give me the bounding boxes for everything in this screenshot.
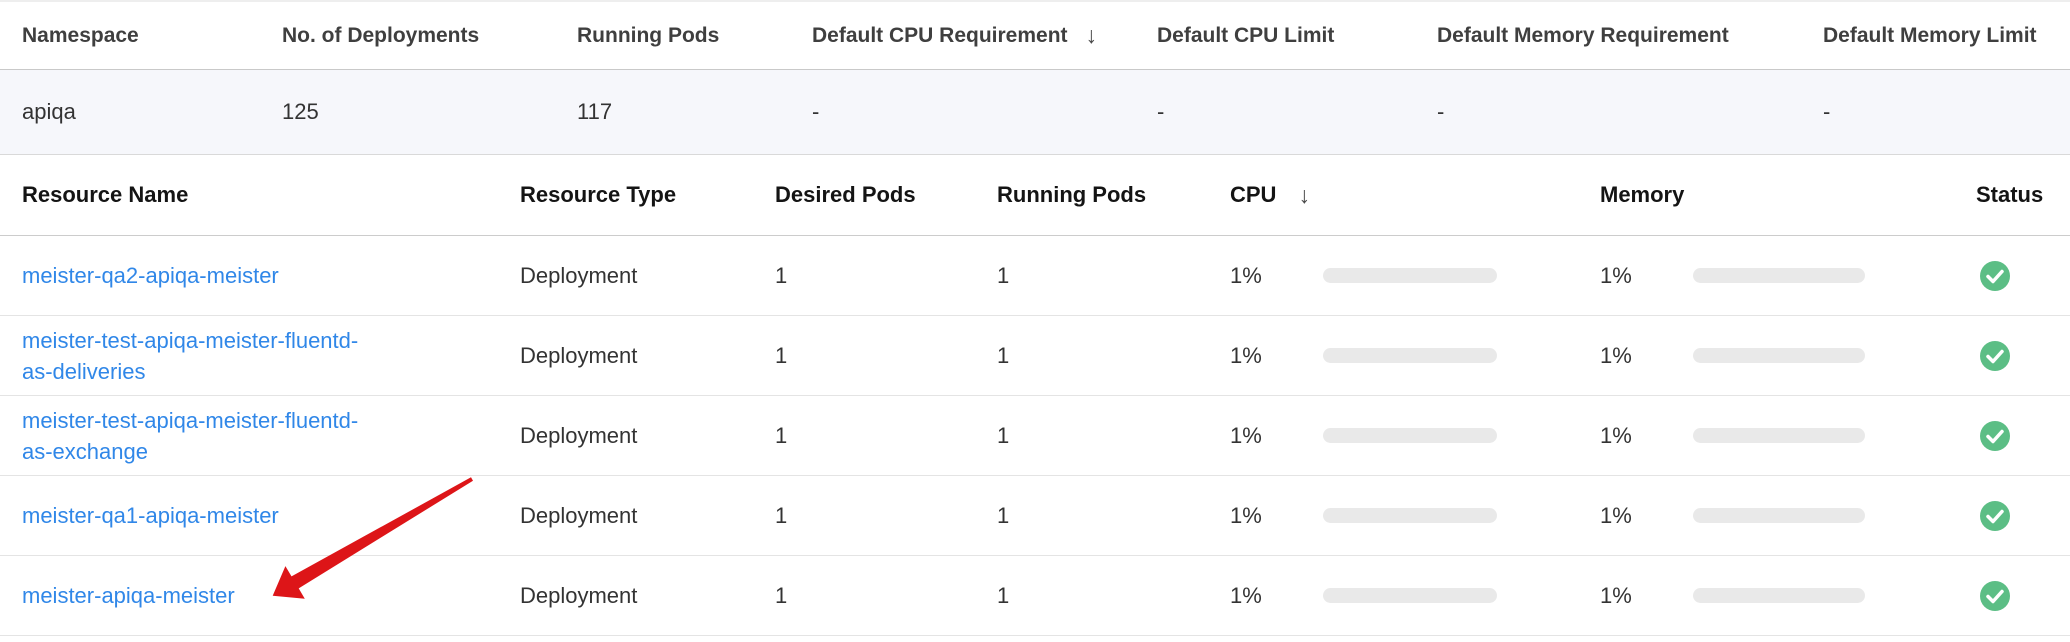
default-cpu-limit-value: -	[1157, 99, 1437, 125]
cpu-progress-bar	[1323, 428, 1497, 443]
status-cell	[1976, 261, 2070, 291]
memory-percentage: 1%	[1600, 423, 1693, 449]
memory-percentage: 1%	[1600, 343, 1693, 369]
default-memory-limit-value: -	[1823, 99, 2070, 125]
namespace-name: apiqa	[22, 99, 282, 125]
column-header-cpu-requirement[interactable]: Default CPU Requirement ↓	[812, 22, 1157, 49]
memory-progress-bar	[1693, 588, 1865, 603]
deployments-count: 125	[282, 99, 577, 125]
cpu-progress-bar	[1323, 588, 1497, 603]
memory-cell: 1%	[1600, 263, 1976, 289]
column-header-resource-name[interactable]: Resource Name	[22, 182, 520, 208]
table-row: meister-qa1-apiqa-meister Deployment 1 1…	[0, 476, 2070, 556]
memory-percentage: 1%	[1600, 263, 1693, 289]
status-healthy-icon	[1980, 341, 2010, 371]
column-header-cpu[interactable]: CPU ↓	[1230, 182, 1600, 209]
sort-descending-icon: ↓	[1086, 22, 1098, 49]
resource-type: Deployment	[520, 423, 775, 449]
column-header-running-pods[interactable]: Running Pods	[577, 24, 812, 48]
status-healthy-icon	[1980, 501, 2010, 531]
resource-link[interactable]: meister-qa2-apiqa-meister	[22, 260, 372, 291]
column-header-cpu-limit[interactable]: Default CPU Limit	[1157, 24, 1437, 48]
resource-link[interactable]: meister-qa1-apiqa-meister	[22, 500, 372, 531]
default-cpu-requirement-value: -	[812, 99, 1157, 125]
cpu-percentage: 1%	[1230, 583, 1323, 609]
cpu-percentage: 1%	[1230, 343, 1323, 369]
cpu-cell: 1%	[1230, 423, 1600, 449]
resource-link[interactable]: meister-test-apiqa-meister-fluentd-as-de…	[22, 325, 372, 387]
column-header-memory[interactable]: Memory	[1600, 182, 1976, 208]
default-memory-requirement-value: -	[1437, 99, 1823, 125]
column-header-desired-pods[interactable]: Desired Pods	[775, 182, 997, 208]
status-cell	[1976, 421, 2070, 451]
cpu-percentage: 1%	[1230, 423, 1323, 449]
running-pods: 1	[997, 423, 1230, 449]
resource-link[interactable]: meister-test-apiqa-meister-fluentd-as-ex…	[22, 405, 372, 467]
column-header-namespace[interactable]: Namespace	[22, 24, 282, 48]
memory-percentage: 1%	[1600, 583, 1693, 609]
column-header-deployments[interactable]: No. of Deployments	[282, 24, 577, 48]
column-header-resource-type[interactable]: Resource Type	[520, 182, 775, 208]
desired-pods: 1	[775, 503, 997, 529]
memory-progress-bar	[1693, 268, 1865, 283]
status-healthy-icon	[1980, 421, 2010, 451]
column-header-running-pods[interactable]: Running Pods	[997, 182, 1230, 208]
running-pods: 1	[997, 343, 1230, 369]
memory-percentage: 1%	[1600, 503, 1693, 529]
resource-table-header: Resource Name Resource Type Desired Pods…	[0, 155, 2070, 236]
cpu-cell: 1%	[1230, 583, 1600, 609]
resource-type: Deployment	[520, 343, 775, 369]
running-pods-count: 117	[577, 99, 812, 125]
cpu-percentage: 1%	[1230, 263, 1323, 289]
cpu-progress-bar	[1323, 348, 1497, 363]
memory-progress-bar	[1693, 508, 1865, 523]
table-row: meister-test-apiqa-meister-fluentd-as-de…	[0, 316, 2070, 396]
table-row: meister-test-apiqa-meister-fluentd-as-ex…	[0, 396, 2070, 476]
status-healthy-icon	[1980, 581, 2010, 611]
memory-cell: 1%	[1600, 343, 1976, 369]
desired-pods: 1	[775, 343, 997, 369]
cpu-cell: 1%	[1230, 263, 1600, 289]
running-pods: 1	[997, 263, 1230, 289]
memory-progress-bar	[1693, 428, 1865, 443]
memory-cell: 1%	[1600, 503, 1976, 529]
resource-type: Deployment	[520, 503, 775, 529]
namespace-table-header: Namespace No. of Deployments Running Pod…	[0, 2, 2070, 70]
table-row: meister-qa2-apiqa-meister Deployment 1 1…	[0, 236, 2070, 316]
memory-progress-bar	[1693, 348, 1865, 363]
memory-cell: 1%	[1600, 583, 1976, 609]
cpu-percentage: 1%	[1230, 503, 1323, 529]
status-cell	[1976, 581, 2070, 611]
table-row: meister-apiqa-meister Deployment 1 1 1% …	[0, 556, 2070, 636]
namespace-row[interactable]: apiqa 125 117 - - - -	[0, 70, 2070, 155]
cpu-cell: 1%	[1230, 503, 1600, 529]
status-cell	[1976, 501, 2070, 531]
memory-cell: 1%	[1600, 423, 1976, 449]
running-pods: 1	[997, 503, 1230, 529]
column-header-memory-requirement[interactable]: Default Memory Requirement	[1437, 24, 1823, 48]
sort-descending-icon: ↓	[1298, 182, 1310, 209]
desired-pods: 1	[775, 583, 997, 609]
cpu-progress-bar	[1323, 508, 1497, 523]
running-pods: 1	[997, 583, 1230, 609]
resource-type: Deployment	[520, 583, 775, 609]
status-healthy-icon	[1980, 261, 2010, 291]
cpu-progress-bar	[1323, 268, 1497, 283]
column-header-memory-limit[interactable]: Default Memory Limit	[1823, 24, 2070, 48]
status-cell	[1976, 341, 2070, 371]
resource-type: Deployment	[520, 263, 775, 289]
resource-link[interactable]: meister-apiqa-meister	[22, 580, 372, 611]
desired-pods: 1	[775, 423, 997, 449]
cpu-cell: 1%	[1230, 343, 1600, 369]
desired-pods: 1	[775, 263, 997, 289]
column-header-status[interactable]: Status	[1976, 182, 2070, 208]
